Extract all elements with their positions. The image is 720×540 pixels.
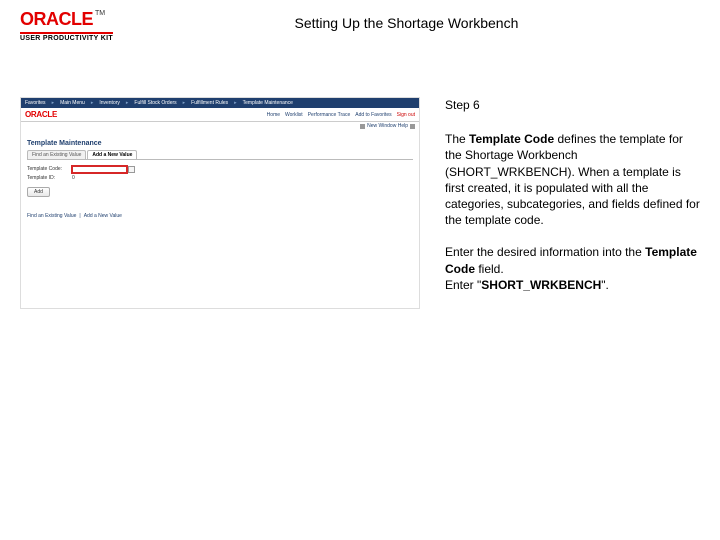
- template-code-label: Template Code:: [27, 166, 72, 172]
- app-oracle-logo: ORACLE: [25, 110, 57, 119]
- breadcrumb: Favorites▸ Main Menu▸ Inventory▸ Fulfill…: [21, 98, 419, 108]
- nav-perf-trace[interactable]: Performance Trace: [308, 112, 351, 118]
- oracle-upk-logo: ORACLETM USER PRODUCTIVITY KIT: [20, 10, 113, 42]
- text: Enter the desired information into the: [445, 245, 645, 259]
- instruction-paragraph-1: The Template Code defines the template f…: [445, 131, 700, 228]
- footer-find-existing[interactable]: Find an Existing Value: [27, 213, 76, 219]
- page-header: ORACLETM USER PRODUCTIVITY KIT Setting U…: [0, 0, 720, 42]
- product-line-label: USER PRODUCTIVITY KIT: [20, 32, 113, 42]
- app-sub-row: New Window Help: [21, 122, 419, 134]
- nav-worklist[interactable]: Worklist: [285, 112, 303, 118]
- breadcrumb-item[interactable]: Main Menu: [60, 100, 85, 106]
- text-bold: Template Code: [469, 132, 554, 146]
- nav-signout[interactable]: Sign out: [397, 112, 415, 118]
- app-global-nav: Home Worklist Performance Trace Add to F…: [267, 112, 415, 118]
- template-id-value: 0: [72, 175, 75, 181]
- footer-sep: |: [79, 213, 80, 219]
- text: Enter ": [445, 278, 481, 292]
- lookup-icon[interactable]: [128, 166, 135, 173]
- nav-add-fav[interactable]: Add to Favorites: [355, 112, 391, 118]
- add-button[interactable]: Add: [27, 187, 50, 197]
- instruction-panel: Step 6 The Template Code defines the tem…: [420, 97, 700, 309]
- template-code-input[interactable]: [72, 166, 127, 173]
- subrow-text[interactable]: New Window Help: [367, 123, 408, 129]
- breadcrumb-item[interactable]: Template Maintenance: [243, 100, 293, 106]
- breadcrumb-item[interactable]: Fulfillment Rules: [191, 100, 228, 106]
- template-id-label: Template ID:: [27, 175, 72, 181]
- breadcrumb-item[interactable]: Favorites: [25, 100, 46, 106]
- page-footer-links: Find an Existing Value | Add a New Value: [21, 203, 419, 223]
- app-brand-row: ORACLE Home Worklist Performance Trace A…: [21, 108, 419, 122]
- add-new-value-form: Template Code: Template ID: 0 Add: [21, 160, 419, 203]
- oracle-wordmark: ORACLE: [20, 9, 93, 29]
- step-number: Step 6: [445, 97, 700, 113]
- embedded-app-screenshot: Favorites▸ Main Menu▸ Inventory▸ Fulfill…: [20, 97, 420, 309]
- text: defines the template for the Shortage Wo…: [445, 132, 700, 227]
- footer-add-new[interactable]: Add a New Value: [84, 213, 122, 219]
- tab-find-existing[interactable]: Find an Existing Value: [27, 150, 86, 159]
- tab-strip: Find an Existing Value Add a New Value: [27, 150, 413, 159]
- page-title: Setting Up the Shortage Workbench: [113, 10, 700, 31]
- help-icon[interactable]: [410, 124, 415, 129]
- text-bold: SHORT_WRKBENCH: [481, 278, 601, 292]
- nav-home[interactable]: Home: [267, 112, 280, 118]
- text: ".: [601, 278, 609, 292]
- new-window-icon[interactable]: [360, 124, 365, 129]
- tab-add-new[interactable]: Add a New Value: [87, 150, 137, 159]
- text: field.: [475, 262, 504, 276]
- section-title: Template Maintenance: [21, 134, 419, 150]
- breadcrumb-item[interactable]: Inventory: [99, 100, 120, 106]
- trademark: TM: [95, 10, 105, 17]
- breadcrumb-item[interactable]: Fulfill Stock Orders: [134, 100, 176, 106]
- instruction-paragraph-2: Enter the desired information into the T…: [445, 244, 700, 293]
- text: The: [445, 132, 469, 146]
